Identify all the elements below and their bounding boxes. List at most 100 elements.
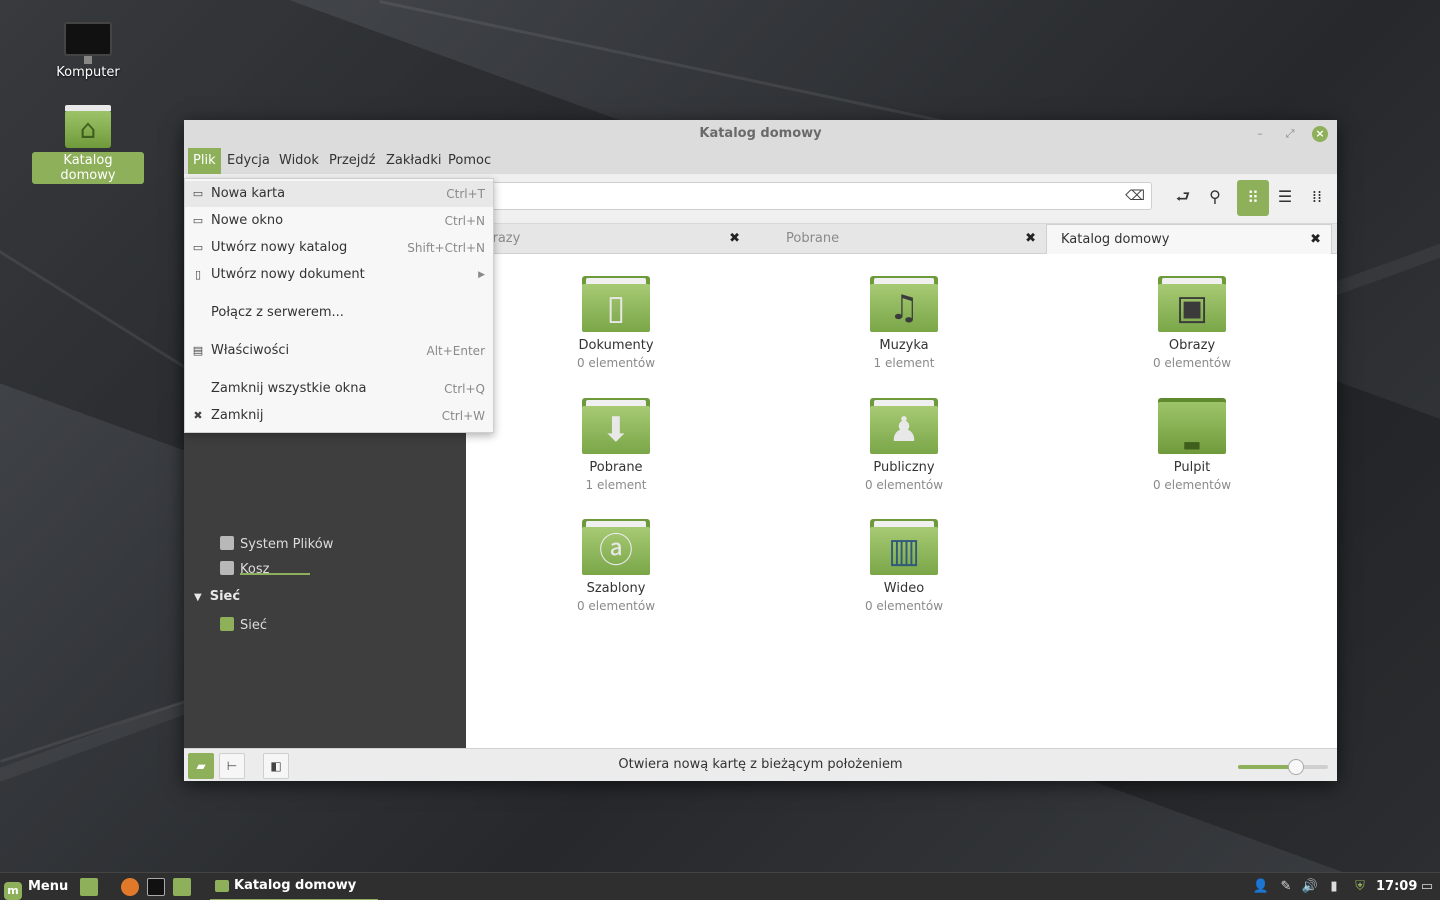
zoom-slider[interactable] xyxy=(1238,759,1328,775)
desktop-icon-label: Katalog domowy xyxy=(32,152,144,184)
folder-dokumenty[interactable]: ▯ Dokumenty 0 elementów xyxy=(536,276,696,370)
maximize-button[interactable]: ⤢ xyxy=(1282,126,1298,142)
menu-item-label: Właściwości xyxy=(211,343,290,358)
pen-icon[interactable]: ✎ xyxy=(1277,878,1295,896)
drive-icon xyxy=(220,536,234,550)
menu-item-shortcut: Ctrl+W xyxy=(441,409,485,423)
icon-view-button[interactable]: ⠿ xyxy=(1237,180,1269,216)
search-button[interactable]: ⚲ xyxy=(1200,182,1230,212)
menu-item-new-document[interactable]: ▯ Utwórz nowy dokument ▶ xyxy=(185,262,493,288)
sidebar-item-label: Sieć xyxy=(240,618,268,633)
terminal-icon[interactable] xyxy=(147,878,165,896)
close-button[interactable]: × xyxy=(1312,126,1328,142)
new-folder-icon: ▭ xyxy=(192,241,204,254)
network-icon xyxy=(220,617,234,631)
menu-plik[interactable]: Plik xyxy=(188,148,221,174)
menu-item-label: Utwórz nowy dokument xyxy=(211,267,365,282)
list-view-button[interactable]: ☰ xyxy=(1270,182,1300,212)
menu-pomoc[interactable]: Pomoc xyxy=(443,148,496,174)
template-icon: ⓐ xyxy=(599,531,633,571)
new-tab-icon: ▭ xyxy=(192,187,204,200)
menu-item-close-all[interactable]: Zamknij wszystkie okna Ctrl+Q xyxy=(185,376,493,402)
menu-przejdz[interactable]: Przejdź xyxy=(324,148,380,174)
file-count: 0 elementów xyxy=(1152,478,1232,492)
firefox-icon[interactable] xyxy=(121,878,139,896)
file-menu-dropdown: ▭ Nowa karta Ctrl+T ▭ Nowe okno Ctrl+N ▭… xyxy=(184,178,494,433)
new-document-icon: ▯ xyxy=(194,268,202,281)
close-tab-icon[interactable]: ✖ xyxy=(1025,224,1036,254)
folder-pulpit[interactable]: ▬ Pulpit 0 elementów xyxy=(1112,398,1272,492)
start-menu-button[interactable]: m Menu xyxy=(4,877,68,900)
menu-item-label: Nowa karta xyxy=(211,186,286,201)
menu-zakladki[interactable]: Zakładki xyxy=(381,148,446,174)
compact-icon: ⁞⁞ xyxy=(1311,187,1323,206)
close-tab-icon[interactable]: ✖ xyxy=(1310,225,1321,255)
file-name: Publiczny xyxy=(873,460,935,475)
file-count: 0 elementów xyxy=(576,599,656,613)
sidebar-item-label: Kosz xyxy=(240,562,270,577)
minimize-button[interactable]: – xyxy=(1252,126,1268,142)
menu-item-new-window[interactable]: ▭ Nowe okno Ctrl+N xyxy=(185,208,493,234)
desktop-icon-computer[interactable]: Komputer xyxy=(32,22,144,81)
folder-wideo[interactable]: ▥ Wideo 0 elementów xyxy=(824,519,984,613)
files-launcher-icon[interactable] xyxy=(173,878,191,896)
file-name: Muzyka xyxy=(879,338,929,353)
picture-icon: ▣ xyxy=(1175,288,1209,328)
folder-obrazy[interactable]: ▣ Obrazy 0 elementów xyxy=(1112,276,1272,370)
menu-item-label: Zamknij xyxy=(211,408,264,423)
tab-katalog-domowy[interactable]: Katalog domowy ✖ xyxy=(1046,224,1332,255)
menu-item-properties[interactable]: ▤ Właściwości Alt+Enter xyxy=(185,338,493,364)
folder-szablony[interactable]: ⓐ Szablony 0 elementów xyxy=(536,519,696,613)
show-desktop-tray-icon[interactable]: ▭ xyxy=(1418,878,1436,896)
sidebar-item-filesystem[interactable]: System Plików xyxy=(220,536,333,552)
sidebar-section-network[interactable]: ▼ Sieć xyxy=(194,589,240,604)
menu-item-new-folder[interactable]: ▭ Utwórz nowy katalog Shift+Ctrl+N xyxy=(185,235,493,261)
taskbar-window-katalog[interactable]: Katalog domowy xyxy=(210,873,378,900)
clock[interactable]: 17:09 xyxy=(1376,879,1417,894)
file-name: Dokumenty xyxy=(578,338,654,353)
file-name: Pobrane xyxy=(589,460,643,475)
menu-widok[interactable]: Widok xyxy=(274,148,324,174)
folder-muzyka[interactable]: ♫ Muzyka 1 element xyxy=(824,276,984,370)
battery-icon[interactable]: ▮ xyxy=(1325,878,1343,896)
user-icon[interactable]: 👤 xyxy=(1252,878,1270,896)
menu-item-connect-server[interactable]: Połącz z serwerem... xyxy=(185,300,493,326)
taskbar: m Menu Katalog domowy 👤 ✎ 🔊 ▮ ⛨ 17:09 ▭ xyxy=(0,872,1440,900)
compact-view-button[interactable]: ⁞⁞ xyxy=(1302,182,1332,212)
sidebar-item-network[interactable]: Sieć xyxy=(220,617,267,633)
file-count: 0 elementów xyxy=(864,478,944,492)
menu-item-shortcut: Ctrl+N xyxy=(444,214,485,228)
toggle-location-button[interactable]: ⮐ xyxy=(1168,182,1198,212)
menu-item-label: Połącz z serwerem... xyxy=(211,305,344,320)
window-title: Katalog domowy xyxy=(699,126,822,141)
sidebar-item-trash[interactable]: Kosz xyxy=(220,561,269,577)
home-folder-icon xyxy=(65,105,111,148)
volume-icon[interactable]: 🔊 xyxy=(1301,878,1319,896)
menu-item-new-tab[interactable]: ▭ Nowa karta Ctrl+T xyxy=(185,181,493,207)
zoom-slider-handle[interactable] xyxy=(1287,759,1304,775)
computer-icon xyxy=(64,22,112,64)
folder-publiczny[interactable]: ♟ Publiczny 0 elementów xyxy=(824,398,984,492)
menu-edycja[interactable]: Edycja xyxy=(222,148,275,174)
close-tab-icon[interactable]: ✖ xyxy=(729,224,740,254)
menu-item-close[interactable]: ✖ Zamknij Ctrl+W xyxy=(185,403,493,429)
tab-label: Katalog domowy xyxy=(1061,232,1170,247)
grid-icon: ⠿ xyxy=(1247,188,1259,207)
file-name: Obrazy xyxy=(1168,338,1216,353)
menu-item-label: Utwórz nowy katalog xyxy=(211,240,348,255)
show-desktop-icon[interactable] xyxy=(80,878,98,896)
list-icon: ☰ xyxy=(1277,187,1293,206)
statusbar: ▰ ⊢ ◧ Otwiera nową kartę z bieżącym poło… xyxy=(184,748,1337,781)
document-icon: ▯ xyxy=(606,288,626,328)
desktop-icon-home[interactable]: Katalog domowy xyxy=(32,105,144,184)
titlebar[interactable]: Katalog domowy – ⤢ × xyxy=(184,120,1337,148)
desktop-icon: ▬ xyxy=(1182,432,1202,456)
location-bar[interactable]: ⌫ xyxy=(484,182,1152,210)
folder-icon xyxy=(215,880,229,892)
section-label: Sieć xyxy=(209,589,241,604)
folder-pobrane[interactable]: ⬇ Pobrane 1 element xyxy=(536,398,696,492)
clear-location-icon[interactable]: ⌫ xyxy=(1125,188,1145,204)
tab-pobrane[interactable]: Pobrane ✖ xyxy=(762,224,1046,254)
tab-obrazy[interactable]: Obrazy ✖ xyxy=(466,224,750,254)
shield-icon[interactable]: ⛨ xyxy=(1351,878,1369,896)
